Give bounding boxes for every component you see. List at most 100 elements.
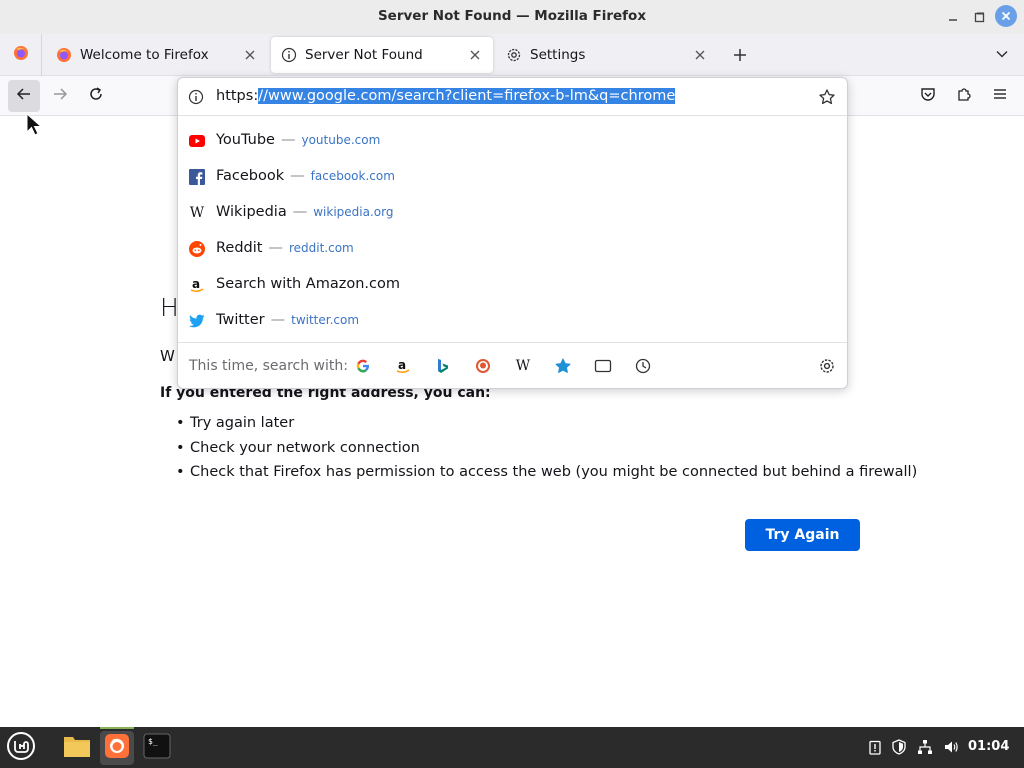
start-menu-button[interactable] bbox=[4, 731, 38, 765]
svg-text:a: a bbox=[192, 277, 200, 291]
suggestion-title: Search with Amazon.com bbox=[216, 276, 400, 292]
firefox-icon bbox=[104, 733, 130, 763]
shield-icon[interactable] bbox=[890, 738, 908, 756]
close-window-icon[interactable] bbox=[995, 5, 1017, 27]
suggestion-url: youtube.com bbox=[301, 133, 381, 147]
one-off-search-bar: This time, search with: a W bbox=[178, 342, 847, 388]
suggestion-title: Twitter bbox=[216, 312, 265, 328]
wikipedia-icon[interactable]: W bbox=[514, 357, 532, 375]
network-icon[interactable] bbox=[916, 738, 934, 756]
suggestion-url: reddit.com bbox=[288, 241, 354, 255]
window-title: Server Not Found — Mozilla Firefox bbox=[377, 8, 647, 24]
close-tab-icon[interactable] bbox=[242, 47, 258, 63]
try-again-button[interactable]: Try Again bbox=[745, 519, 860, 551]
firefox-taskbar-button[interactable] bbox=[100, 731, 134, 765]
suggestion-title: Reddit bbox=[216, 240, 263, 256]
terminal-icon: $_ bbox=[143, 733, 171, 763]
history-icon[interactable] bbox=[634, 357, 652, 375]
twitter-icon bbox=[189, 313, 205, 329]
reload-icon bbox=[88, 86, 104, 106]
suggestion-title: YouTube bbox=[216, 132, 275, 148]
close-tab-icon[interactable] bbox=[467, 47, 483, 63]
wikipedia-icon: W bbox=[189, 205, 205, 221]
suggestion-amazon-search[interactable]: a Search with Amazon.com bbox=[178, 267, 847, 303]
tab-server-not-found[interactable]: Server Not Found bbox=[271, 37, 493, 73]
close-tab-icon[interactable] bbox=[692, 47, 708, 63]
separator: — bbox=[280, 132, 296, 148]
url-prefix: https: bbox=[216, 88, 259, 104]
bing-icon[interactable] bbox=[434, 357, 452, 375]
volume-icon[interactable] bbox=[942, 738, 960, 756]
svg-text:$_: $_ bbox=[148, 737, 158, 746]
url-selected-text: //www.google.com/search?client=firefox-b… bbox=[258, 88, 676, 104]
svg-text:a: a bbox=[398, 358, 406, 372]
taskbar: $_ 01:04 bbox=[0, 727, 1024, 768]
url-input[interactable]: https://www.google.com/search?client=fir… bbox=[178, 78, 847, 116]
hamburger-icon bbox=[993, 87, 1007, 105]
chevron-down-icon bbox=[995, 47, 1009, 65]
mouse-cursor-icon bbox=[26, 112, 44, 137]
urlbar-dropdown: https://www.google.com/search?client=fir… bbox=[177, 77, 848, 389]
linux-mint-logo-icon bbox=[6, 731, 36, 765]
youtube-icon bbox=[189, 133, 205, 149]
suggestion-twitter[interactable]: Twitter — twitter.com bbox=[178, 303, 847, 339]
puzzle-icon bbox=[956, 86, 972, 106]
one-off-label: This time, search with: bbox=[189, 358, 348, 374]
list-item: Try again later bbox=[176, 415, 917, 440]
tab-welcome[interactable]: Welcome to Firefox bbox=[46, 37, 268, 73]
extensions-button[interactable] bbox=[948, 80, 980, 112]
maximize-icon[interactable] bbox=[968, 6, 990, 28]
tab-label: Settings bbox=[530, 47, 586, 63]
amazon-icon[interactable]: a bbox=[394, 357, 412, 375]
duckduckgo-icon[interactable] bbox=[474, 357, 492, 375]
bookmark-star-icon[interactable] bbox=[818, 88, 836, 106]
tab-strip: Welcome to Firefox Server Not Found Sett… bbox=[0, 34, 1024, 76]
separator: — bbox=[292, 204, 308, 220]
tab-settings[interactable]: Settings bbox=[496, 37, 718, 73]
terminal-button[interactable]: $_ bbox=[140, 731, 174, 765]
clock[interactable]: 01:04 bbox=[968, 739, 1009, 754]
suggestion-url: twitter.com bbox=[291, 313, 360, 327]
bookmarks-icon[interactable] bbox=[554, 357, 572, 375]
title-bar: Server Not Found — Mozilla Firefox bbox=[0, 0, 1024, 34]
suggestion-facebook[interactable]: Facebook — facebook.com bbox=[178, 159, 847, 195]
active-indicator bbox=[100, 727, 134, 729]
reload-button[interactable] bbox=[80, 80, 112, 112]
suggestion-title: Facebook bbox=[216, 168, 285, 184]
suggestion-youtube[interactable]: YouTube — youtube.com bbox=[178, 123, 847, 159]
app-menu-button[interactable] bbox=[984, 80, 1016, 112]
tabs-icon[interactable] bbox=[594, 357, 612, 375]
suggestion-wikipedia[interactable]: W Wikipedia — wikipedia.org bbox=[178, 195, 847, 231]
minimize-icon[interactable] bbox=[942, 6, 964, 28]
error-suggestions-list: Try again later Check your network conne… bbox=[176, 415, 917, 489]
gear-icon bbox=[506, 47, 522, 63]
pocket-button[interactable] bbox=[912, 80, 944, 112]
info-icon bbox=[281, 47, 297, 63]
list-all-tabs-button[interactable] bbox=[992, 46, 1012, 66]
suggestion-reddit[interactable]: Reddit — reddit.com bbox=[178, 231, 847, 267]
arrow-left-icon bbox=[16, 86, 32, 106]
clipboard-icon[interactable] bbox=[866, 738, 884, 756]
back-button[interactable] bbox=[8, 80, 40, 112]
site-info-icon[interactable] bbox=[188, 89, 204, 105]
files-button[interactable] bbox=[60, 731, 94, 765]
google-icon[interactable] bbox=[354, 357, 372, 375]
separator: — bbox=[290, 168, 305, 184]
error-title: H bbox=[160, 293, 179, 322]
tab-label: Welcome to Firefox bbox=[80, 47, 209, 63]
search-settings-gear-icon[interactable] bbox=[818, 357, 836, 375]
pinned-tab-firefox[interactable] bbox=[0, 34, 42, 76]
new-tab-button[interactable] bbox=[729, 44, 751, 66]
list-item: Check that Firefox has permission to acc… bbox=[176, 464, 917, 489]
arrow-right-icon bbox=[52, 86, 68, 106]
suggestion-url: wikipedia.org bbox=[313, 205, 394, 219]
facebook-icon bbox=[189, 169, 205, 185]
suggestion-url: facebook.com bbox=[310, 169, 395, 183]
tab-label: Server Not Found bbox=[305, 47, 423, 63]
reddit-icon bbox=[189, 241, 205, 257]
folder-icon bbox=[62, 733, 92, 763]
forward-button[interactable] bbox=[44, 80, 76, 112]
firefox-icon bbox=[56, 47, 72, 63]
separator: — bbox=[268, 240, 283, 256]
suggestion-title: Wikipedia bbox=[216, 204, 287, 220]
